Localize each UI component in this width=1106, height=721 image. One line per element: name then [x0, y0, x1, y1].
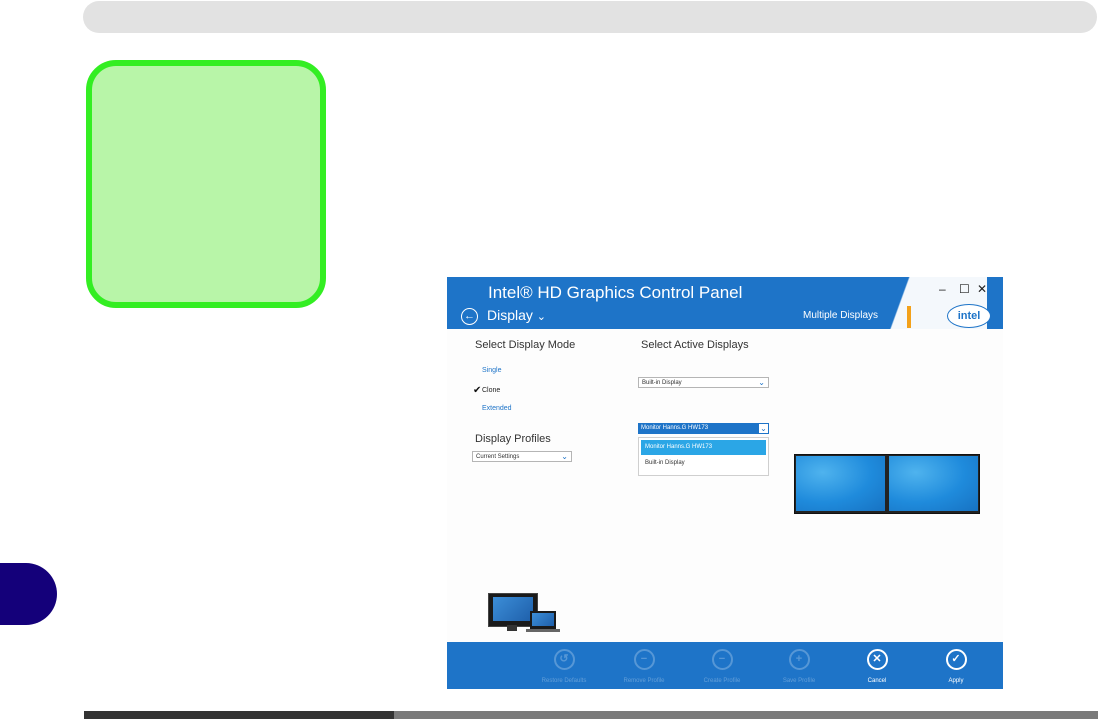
close-button[interactable]: ✕: [977, 282, 987, 296]
intel-logo: intel: [947, 304, 991, 328]
mode-single[interactable]: Single: [482, 367, 501, 374]
close-icon: ✕: [866, 649, 888, 670]
control-panel-window: Intel® HD Graphics Control Panel ← Displ…: [447, 277, 1003, 689]
minimize-button[interactable]: –: [939, 282, 946, 296]
button-label: Apply: [948, 678, 964, 684]
create-profile-button[interactable]: − Create Profile: [687, 649, 757, 684]
button-label: Create Profile: [703, 678, 741, 684]
primary-display-select[interactable]: Built-in Display ⌄: [638, 377, 769, 388]
monitor-stand: [507, 625, 517, 631]
minus-icon: −: [711, 649, 733, 670]
apply-button[interactable]: ✓ Apply: [921, 649, 991, 684]
primary-display-value: Built-in Display: [642, 380, 682, 386]
section-menu[interactable]: Display ⌄: [487, 307, 546, 323]
minus-icon: −: [633, 649, 655, 670]
profile-select-value: Current Settings: [476, 454, 520, 460]
action-bar: ↺ Restore Defaults − Remove Profile − Cr…: [447, 642, 1003, 689]
display-profiles-heading: Display Profiles: [475, 433, 551, 445]
check-icon: ✓: [945, 649, 967, 670]
restore-icon: ↺: [553, 649, 575, 670]
secondary-display-dropdown: Monitor Hanns.G HW173 Built-in Display: [638, 437, 769, 476]
window-header: Intel® HD Graphics Control Panel ← Displ…: [447, 277, 1003, 329]
display-preview-screen-1[interactable]: [795, 455, 886, 512]
page-header-bar: [83, 1, 1097, 33]
back-arrow-icon[interactable]: ←: [461, 308, 478, 325]
secondary-display-value: Monitor Hanns.G HW173: [641, 425, 709, 431]
remove-profile-button[interactable]: − Remove Profile: [609, 649, 679, 684]
display-mode-heading: Select Display Mode: [475, 339, 576, 351]
laptop-base: [526, 629, 560, 632]
dropdown-option[interactable]: Built-in Display: [641, 456, 766, 471]
save-profile-button[interactable]: + Save Profile: [764, 649, 834, 684]
chevron-down-icon: ⌄: [758, 378, 765, 387]
button-label: Remove Profile: [623, 678, 665, 684]
section-label: Display: [487, 307, 533, 323]
callout-box: [86, 60, 326, 308]
subsection-label: Multiple Displays: [803, 310, 879, 321]
accent-bar: [907, 306, 911, 328]
secondary-display-select[interactable]: Monitor Hanns.G HW173 ⌄: [638, 423, 769, 434]
laptop-icon: [530, 611, 556, 629]
restore-defaults-button[interactable]: ↺ Restore Defaults: [529, 649, 599, 684]
profile-select[interactable]: Current Settings ⌄: [472, 451, 572, 462]
mode-extended[interactable]: Extended: [482, 405, 512, 412]
chapter-tab: [0, 563, 57, 625]
active-displays-heading: Select Active Displays: [641, 339, 749, 351]
button-label: Restore Defaults: [541, 678, 587, 684]
page-footer-line: [84, 711, 1098, 719]
chevron-down-icon: ⌄: [561, 452, 568, 461]
plus-icon: +: [788, 649, 810, 670]
mode-clone[interactable]: Clone: [482, 387, 500, 394]
button-label: Save Profile: [782, 678, 816, 684]
maximize-button[interactable]: ☐: [959, 282, 970, 296]
checkmark-icon: ✔: [473, 385, 482, 396]
dropdown-option[interactable]: Monitor Hanns.G HW173: [641, 440, 766, 455]
display-preview-screen-2[interactable]: [888, 455, 979, 512]
chevron-down-icon: ⌄: [759, 424, 768, 433]
window-title: Intel® HD Graphics Control Panel: [488, 283, 743, 302]
cancel-button[interactable]: ✕ Cancel: [842, 649, 912, 684]
button-label: Cancel: [867, 678, 887, 684]
chevron-down-icon: ⌄: [536, 311, 547, 323]
